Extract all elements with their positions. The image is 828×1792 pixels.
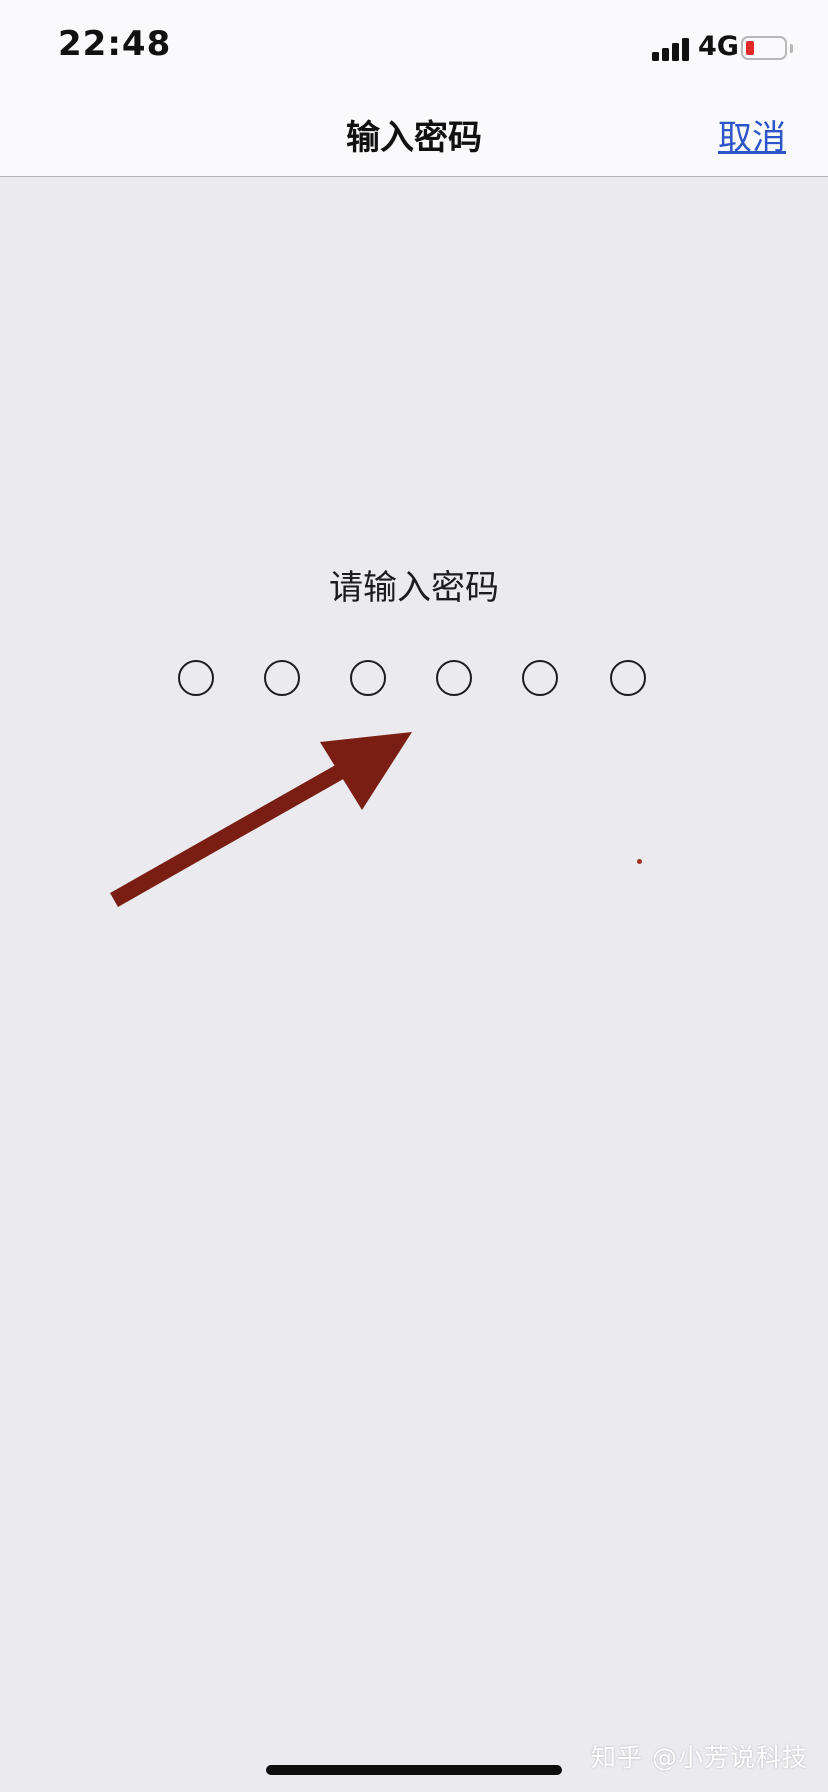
passcode-screen: 22:48 4G 输入密码 取消 请输入密码 知乎 @小芳说科技 xyxy=(0,0,828,1792)
passcode-prompt: 请输入密码 xyxy=(329,568,499,608)
passcode-dot-5[interactable] xyxy=(522,660,558,696)
cancel-button[interactable]: 取消 xyxy=(718,110,786,159)
arrow-annotation-icon xyxy=(110,732,412,907)
page-title: 输入密码 xyxy=(346,118,482,158)
red-speck xyxy=(637,859,642,864)
passcode-dot-2[interactable] xyxy=(264,660,300,696)
passcode-dot-3[interactable] xyxy=(350,660,386,696)
battery-level xyxy=(746,41,754,55)
navigation-bar: 输入密码 取消 xyxy=(0,96,828,177)
battery-low-icon xyxy=(741,36,787,60)
passcode-dot-1[interactable] xyxy=(178,660,214,696)
cellular-signal-icon xyxy=(652,37,692,61)
watermark: 知乎 @小芳说科技 xyxy=(591,1743,808,1772)
network-type: 4G xyxy=(698,31,739,62)
battery-cap xyxy=(790,44,793,53)
status-bar: 22:48 4G xyxy=(0,0,828,96)
passcode-dot-6[interactable] xyxy=(610,660,646,696)
passcode-dot-4[interactable] xyxy=(436,660,472,696)
passcode-input[interactable] xyxy=(0,660,828,700)
status-time: 22:48 xyxy=(58,24,172,64)
home-indicator[interactable] xyxy=(266,1765,562,1775)
